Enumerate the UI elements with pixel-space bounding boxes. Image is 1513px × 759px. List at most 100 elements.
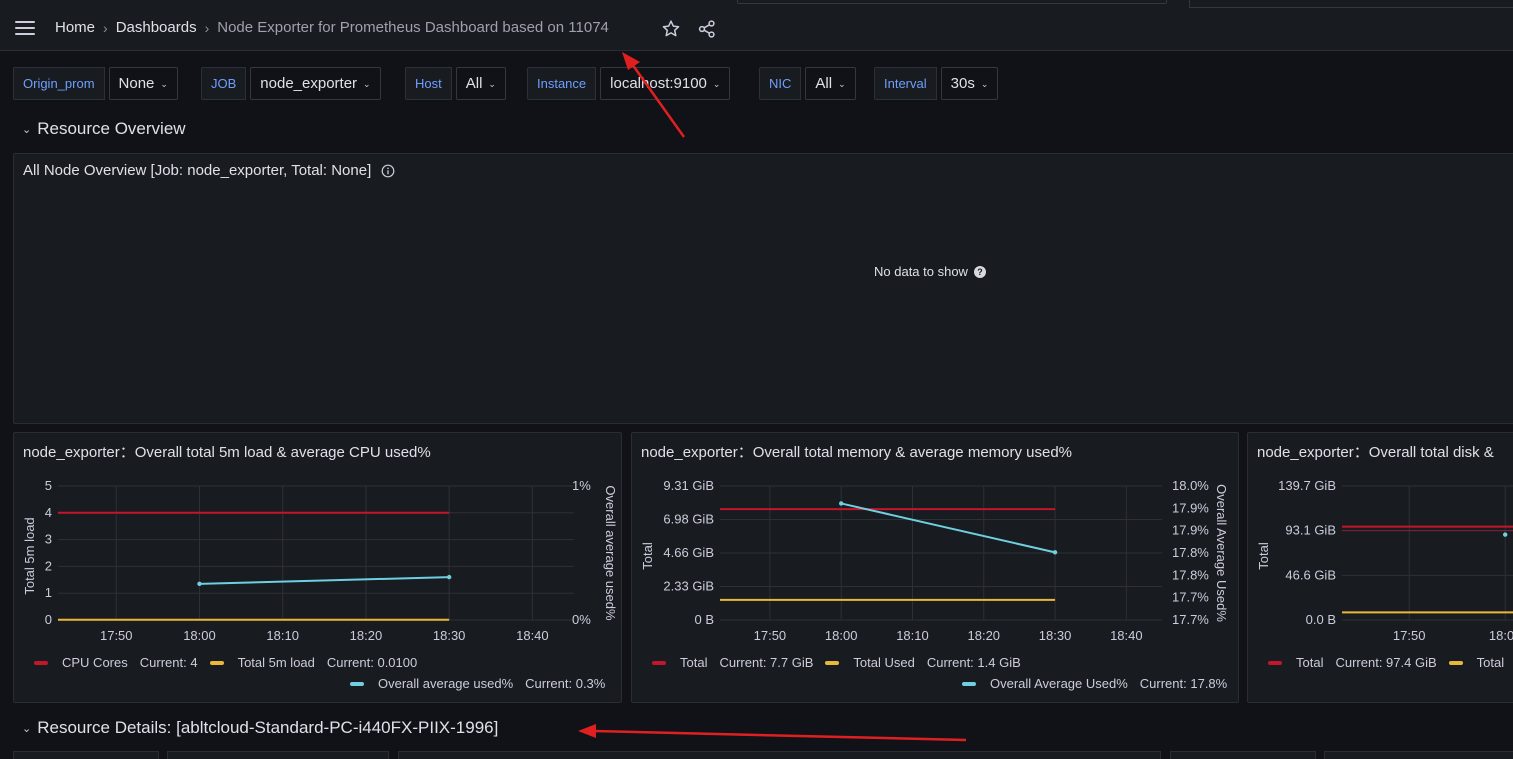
legend-current: Current: 4: [139, 655, 198, 670]
search-bar[interactable]: [737, 0, 1167, 4]
variable-origin-prom: Origin_prom None ⌄: [13, 67, 178, 100]
variable-interval: Interval 30s ⌄: [874, 67, 999, 100]
y-tick-label: 93.1 GiB: [1285, 523, 1336, 538]
variable-select[interactable]: All ⌄: [455, 67, 506, 100]
variable-value: localhost:9100: [610, 75, 707, 92]
row-resource-overview[interactable]: ⌄ Resource Overview: [22, 119, 186, 139]
y2-tick-label: 17.9%: [1172, 500, 1209, 515]
variable-value: All: [815, 75, 833, 92]
question-icon[interactable]: ?: [973, 265, 986, 278]
x-tick-label: 18:10: [266, 628, 299, 643]
y-tick-label: 46.6 GiB: [1285, 567, 1336, 582]
y2-tick-label: 17.8%: [1172, 567, 1209, 582]
variable-value: None: [118, 75, 155, 92]
legend-swatch: [652, 660, 666, 665]
variable-select[interactable]: localhost:9100 ⌄: [600, 67, 731, 100]
chevron-down-icon: ⌄: [712, 79, 721, 89]
top-right-area: [1189, 0, 1513, 8]
chart-legend: Overall Average Used% Current: 17.8%: [962, 676, 1227, 691]
y-tick-label: 2.33 GiB: [663, 579, 714, 594]
series-point: [1052, 550, 1058, 555]
legend-swatch: [209, 660, 224, 665]
panel-header: All Node Overview [Job: node_exporter, T…: [23, 162, 395, 179]
variable-select[interactable]: All ⌄: [805, 67, 856, 100]
legend-item[interactable]: Overall Average Used%: [990, 676, 1128, 691]
legend-swatch: [1268, 660, 1282, 665]
series-point: [838, 501, 844, 506]
row-resource-details[interactable]: ⌄ Resource Details: [abltcloud-Standard-…: [22, 718, 498, 738]
y-tick-label: 0 B: [694, 612, 714, 627]
y-tick-label: 4: [45, 505, 52, 520]
series-point: [197, 581, 202, 587]
y-axis-label: Total: [640, 542, 655, 570]
y-axis-label: Total 5m load: [22, 517, 37, 594]
no-data-text: No data to show: [874, 264, 968, 279]
x-tick-label: 18:40: [1110, 628, 1143, 643]
legend-swatch: [825, 660, 840, 665]
info-icon[interactable]: [381, 164, 395, 178]
legend-item[interactable]: Total: [1477, 655, 1504, 670]
legend-swatch: [962, 681, 976, 686]
chevron-down-icon: ⌄: [22, 722, 32, 735]
y2-axis-label: Overall average used%: [603, 485, 618, 621]
y2-tick-label: 17.7%: [1172, 590, 1209, 605]
row-title: Resource Details: [abltcloud-Standard-PC…: [37, 718, 499, 737]
panel-stub: [1170, 751, 1316, 759]
y-tick-label: 0.0 B: [1306, 612, 1336, 627]
legend-item[interactable]: CPU Cores: [62, 655, 128, 670]
panel-disk: node_exporter：Overall total disk & 0.0 B…: [1247, 432, 1513, 703]
legend-item[interactable]: Total: [680, 655, 707, 670]
star-icon[interactable]: [661, 19, 681, 39]
x-tick-label: 17:50: [754, 628, 787, 643]
x-tick-label: 18:00: [183, 628, 216, 643]
legend-item[interactable]: Total Used: [853, 655, 914, 670]
x-tick-label: 18:30: [1039, 628, 1072, 643]
legend-current: Current: 0.3%: [525, 676, 606, 691]
y-tick-label: 5: [45, 478, 52, 493]
panel-title[interactable]: All Node Overview [Job: node_exporter, T…: [23, 162, 371, 179]
variable-nic: NIC All ⌄: [759, 67, 856, 100]
x-tick-label: 18:10: [896, 628, 929, 643]
breadcrumb-separator: ›: [103, 19, 108, 36]
chart-legend: Overall average used% Current: 0.3%: [350, 676, 605, 691]
chevron-down-icon: ⌄: [363, 79, 371, 89]
legend-current: Current: 97.4 GiB: [1335, 655, 1437, 670]
y-tick-label: 139.7 GiB: [1278, 478, 1336, 493]
y-tick-label: 2: [45, 558, 52, 573]
variable-job: JOB node_exporter ⌄: [201, 67, 381, 100]
variable-select[interactable]: 30s ⌄: [940, 67, 999, 100]
legend-current: Current: 1.4 GiB: [926, 655, 1021, 670]
y-axis-label: Total: [1256, 542, 1271, 570]
chevron-down-icon: ⌄: [22, 123, 32, 136]
chevron-down-icon: ⌄: [488, 79, 496, 89]
legend-item[interactable]: Overall average used%: [378, 676, 513, 691]
legend-item[interactable]: Total: [1296, 655, 1323, 670]
x-tick-label: 18:40: [516, 628, 549, 643]
y2-tick-label: 0%: [572, 612, 591, 627]
hamburger-icon[interactable]: [14, 19, 36, 37]
variable-select[interactable]: node_exporter ⌄: [250, 67, 381, 100]
variable-host: Host All ⌄: [405, 67, 506, 100]
panel-stub: [1324, 751, 1513, 759]
variable-select[interactable]: None ⌄: [108, 67, 178, 100]
y2-axis-label: Overall Average Used%: [1214, 484, 1229, 622]
y2-tick-label: 18.0%: [1172, 478, 1209, 493]
share-icon[interactable]: [697, 19, 717, 39]
breadcrumb-dashboards[interactable]: Dashboards: [116, 19, 197, 36]
legend-swatch: [34, 660, 48, 665]
legend-item[interactable]: Total 5m load: [238, 655, 315, 670]
y-tick-label: 0: [45, 612, 52, 627]
series-line: [199, 576, 450, 585]
chart-legend: CPU Cores Current: 4 Total 5m load Current…: [34, 655, 417, 670]
y2-tick-label: 17.7%: [1172, 612, 1209, 627]
series-point: [446, 574, 452, 580]
series-line: [840, 502, 1056, 554]
y-tick-label: 6.98 GiB: [663, 512, 714, 527]
panel-stub: [167, 751, 389, 759]
breadcrumb-home[interactable]: Home: [55, 19, 95, 36]
chevron-down-icon: ⌄: [160, 79, 168, 89]
y2-tick-label: 17.9%: [1172, 523, 1209, 538]
panel-all-node-overview: All Node Overview [Job: node_exporter, T…: [13, 153, 1513, 424]
no-data-message: No data to show ?: [874, 264, 986, 279]
row-title: Resource Overview: [37, 119, 186, 138]
